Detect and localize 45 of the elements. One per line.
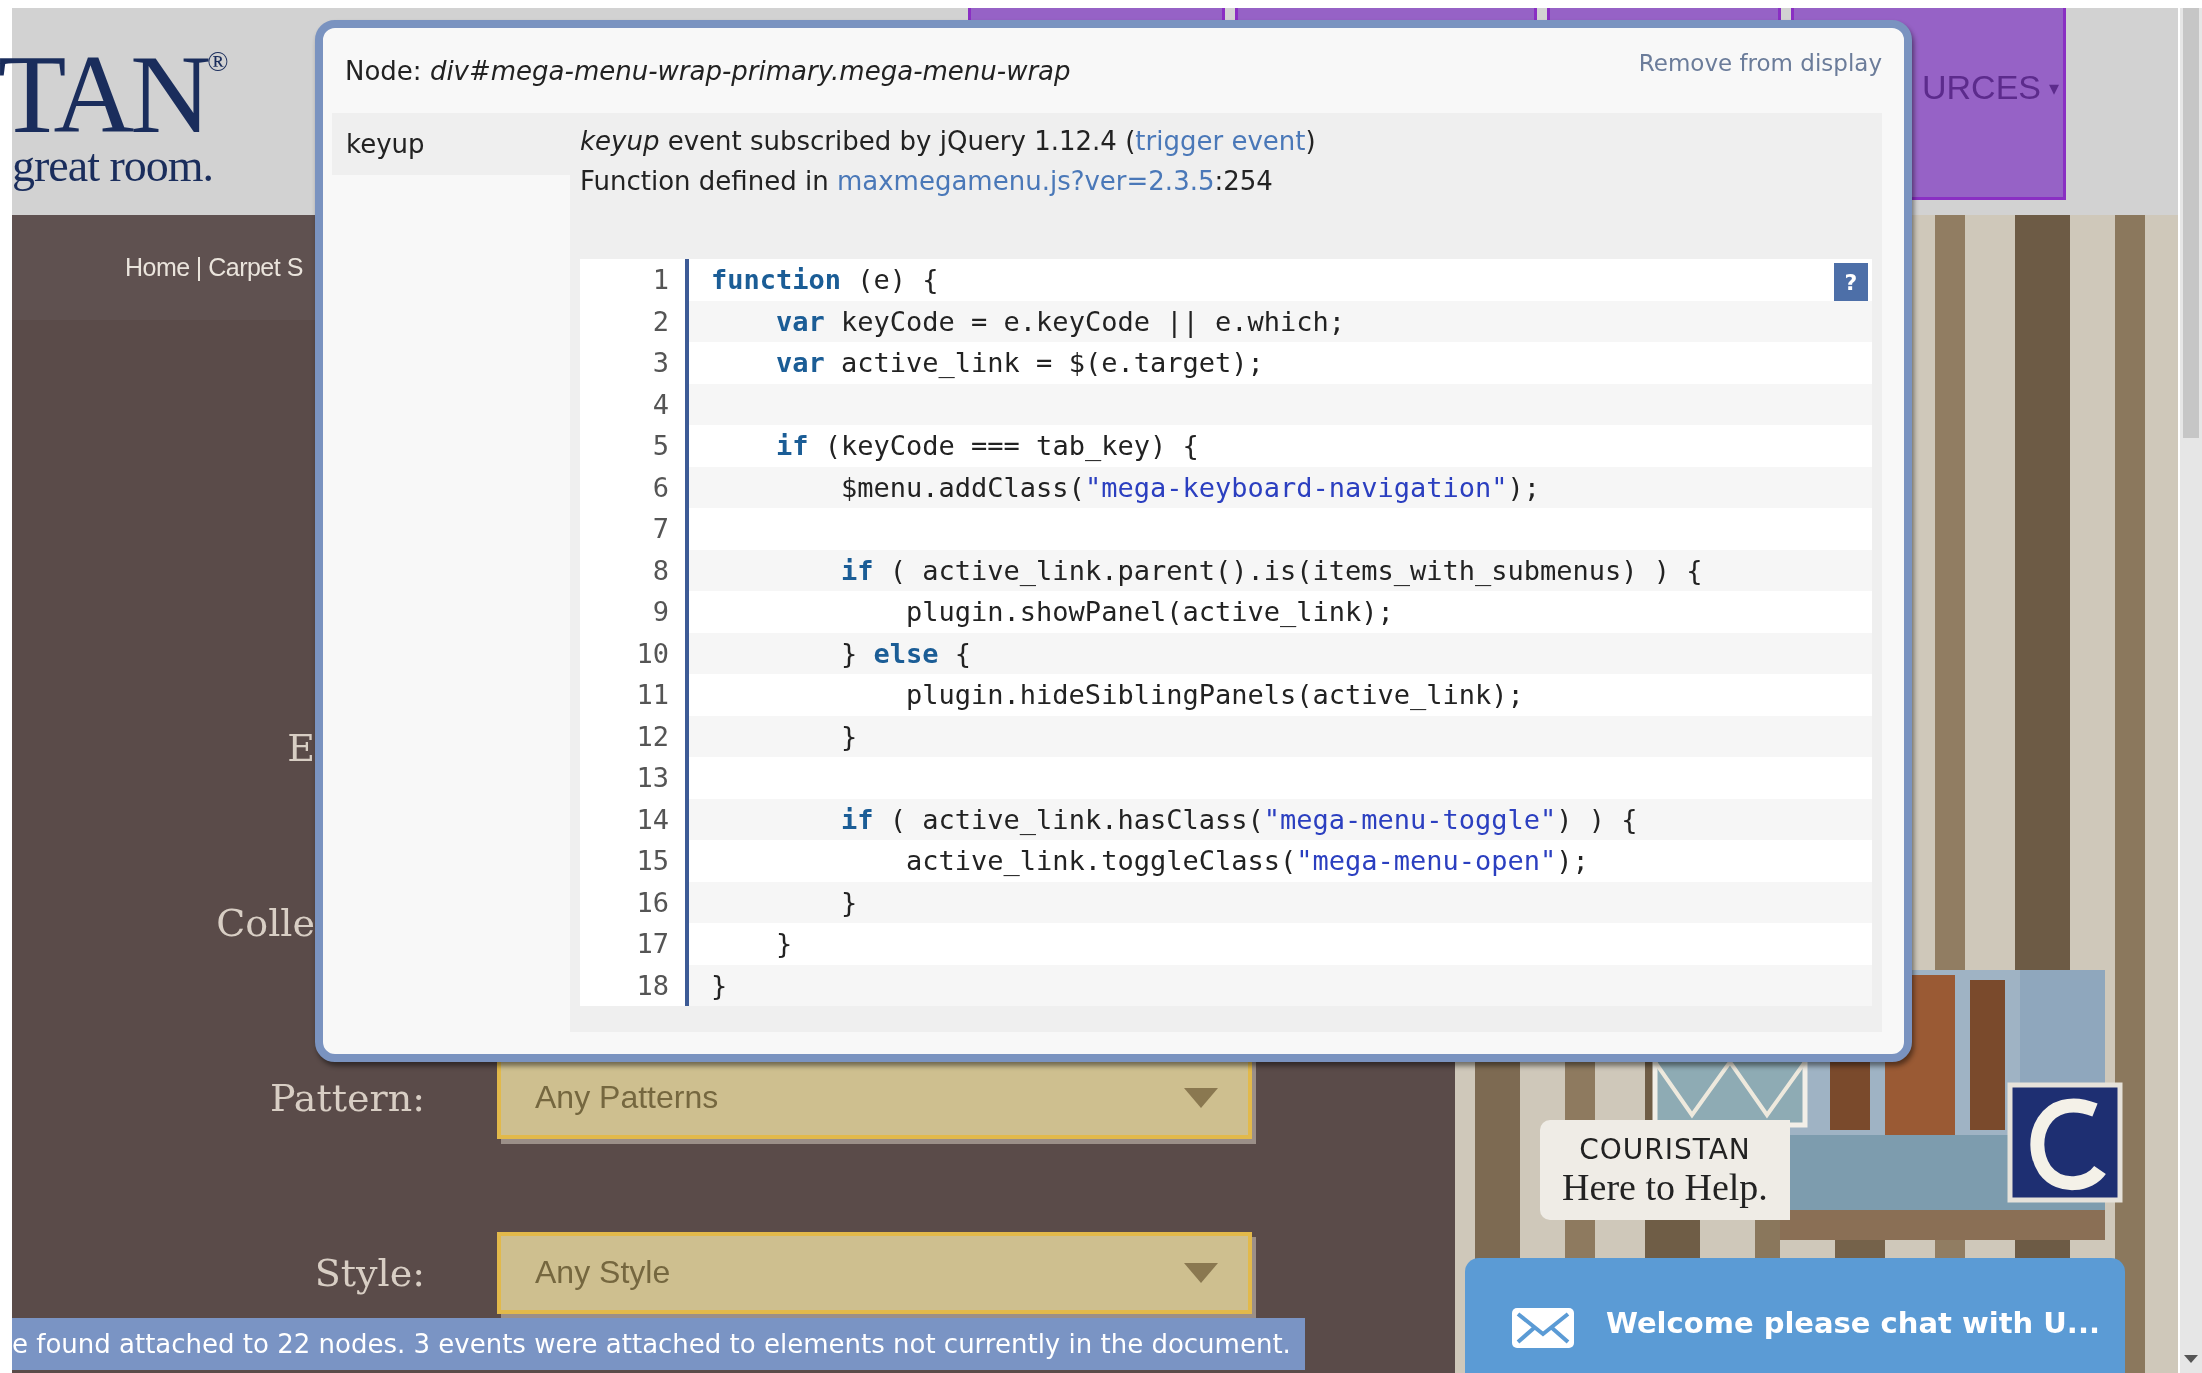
logo-wordmark: TAN: [0, 48, 208, 140]
code-line: $menu.addClass("mega-keyboard-navigation");: [840, 471, 1541, 503]
filter-label: Style:: [313, 1250, 425, 1295]
line-number: 12: [580, 715, 689, 757]
code-line: var keyCode = e.keyCode || e.which;: [775, 305, 1345, 337]
line-number: 14: [580, 798, 689, 840]
event-name: keyup: [332, 113, 570, 175]
dropdown-arrow-icon: [1184, 1087, 1218, 1108]
scrollbar[interactable]: [2178, 8, 2202, 1373]
code-line: if ( active_link.parent().is(items_with_submenus) ) {: [840, 554, 1703, 586]
line-number: 6: [580, 466, 689, 508]
code-line: function (e) {: [711, 264, 939, 296]
status-text: e found attached to 22 nodes. 3 events were attached to elements not currently in the document.: [12, 1329, 1291, 1359]
code-line: }: [775, 928, 793, 960]
code-line: plugin.showPanel(active_link);: [905, 596, 1394, 628]
breadcrumb-link[interactable]: Home: [125, 253, 190, 282]
code-line: plugin.hideSiblingPanels(active_link);: [905, 679, 1524, 711]
code-line: if ( active_link.hasClass("mega-menu-toggle") ) {: [840, 803, 1638, 835]
code-line: }: [711, 969, 728, 1001]
breadcrumb-separator: |: [195, 253, 203, 282]
line-number: 8: [580, 549, 689, 591]
registered-mark: ®: [207, 48, 229, 76]
dropdown-arrow-icon: [1184, 1262, 1218, 1283]
code-line: }: [840, 886, 858, 918]
code-line: } else {: [840, 637, 972, 669]
line-number: 16: [580, 881, 689, 923]
line-number: 18: [580, 964, 689, 1006]
filter-label: Pattern:: [269, 1075, 425, 1120]
filter-label: E: [286, 725, 315, 770]
breadcrumb-link[interactable]: Carpet S: [208, 253, 303, 282]
code-line: var active_link = $(e.target);: [775, 347, 1264, 379]
scroll-down-icon[interactable]: [2184, 1355, 2198, 1363]
code-line: }: [840, 720, 858, 752]
filter-label: Colle: [215, 900, 315, 945]
trigger-link[interactable]: trigger event: [1135, 126, 1306, 156]
source-link[interactable]: maxmegamenu.js?ver=2.3.5: [836, 166, 1215, 196]
line-number: 10: [580, 632, 689, 674]
event-description: keyup event subscribed by jQuery 1.12.4 (trigger event): [580, 125, 1317, 158]
function-location: Function defined in maxmegamenu.js?ver=2.3.5:254: [580, 165, 1274, 198]
code-line: if (keyCode === tab_key) {: [775, 430, 1199, 462]
code-line: active_link.toggleClass("mega-menu-open");: [905, 845, 1589, 877]
node-path: Node: div#mega-menu-wrap-primary.mega-menu-wrap: [345, 55, 1071, 86]
line-number: 2: [580, 300, 689, 342]
line-number: 4: [580, 383, 689, 425]
scrollbar-thumb[interactable]: [2183, 8, 2199, 438]
